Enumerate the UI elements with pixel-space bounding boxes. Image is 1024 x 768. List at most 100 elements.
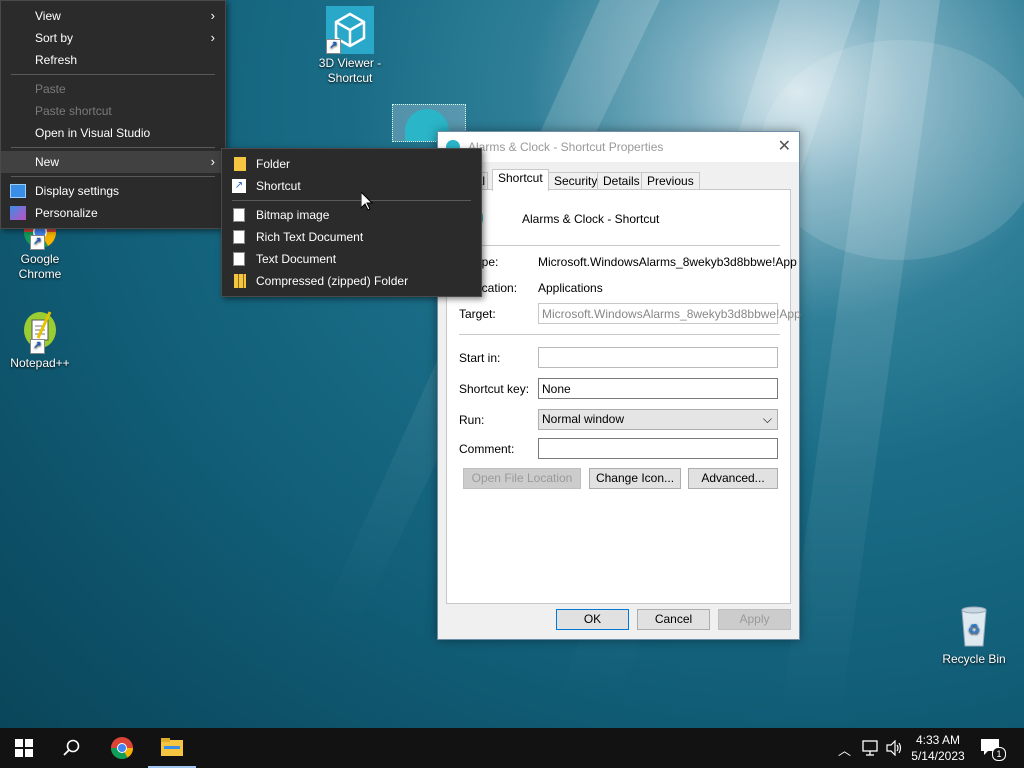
zip-folder-icon bbox=[234, 274, 246, 288]
notepad-plus-plus-icon: ↗ bbox=[16, 306, 64, 354]
desktop-icon-label: 3D Viewer - Shortcut bbox=[318, 56, 382, 85]
folder-icon bbox=[234, 157, 246, 171]
advanced-button[interactable]: Advanced... bbox=[688, 468, 778, 489]
windows-logo-icon bbox=[15, 739, 33, 757]
chevron-right-icon: › bbox=[210, 154, 215, 169]
menu-separator bbox=[232, 200, 471, 201]
cancel-button[interactable]: Cancel bbox=[637, 609, 710, 630]
desktop-icon-label: Google Chrome bbox=[18, 252, 62, 281]
chevron-up-icon[interactable]: ︿ bbox=[838, 740, 851, 759]
change-icon-button[interactable]: Change Icon... bbox=[589, 468, 681, 489]
rich-text-document-icon bbox=[233, 230, 245, 244]
menu-item-refresh[interactable]: Refresh bbox=[1, 49, 225, 71]
notification-center-button[interactable]: 1 bbox=[980, 738, 1006, 761]
desktop-icon-label: Notepad++ bbox=[10, 356, 70, 370]
divider bbox=[459, 334, 780, 335]
tab-previous-versions[interactable]: Previous Versions bbox=[641, 172, 700, 205]
menu-item-label: New bbox=[35, 155, 60, 169]
search-icon bbox=[63, 739, 80, 756]
menu-item-view[interactable]: View › bbox=[1, 5, 225, 27]
submenu-item-rich-text-document[interactable]: Rich Text Document bbox=[222, 226, 481, 248]
submenu-item-folder[interactable]: Folder bbox=[222, 153, 481, 175]
desktop-icon-recycle-bin[interactable]: ♻ Recycle Bin bbox=[934, 602, 1014, 667]
search-button[interactable] bbox=[48, 728, 96, 768]
shortcut-name: Alarms & Clock - Shortcut bbox=[522, 212, 660, 226]
menu-item-sort-by[interactable]: Sort by › bbox=[1, 27, 225, 49]
desktop-icon-3d-viewer[interactable]: ↗ 3D Viewer - Shortcut bbox=[310, 6, 390, 86]
chevron-right-icon: › bbox=[210, 30, 215, 45]
recycle-bin-icon: ♻ bbox=[950, 602, 998, 650]
menu-item-label: Text Document bbox=[256, 252, 337, 266]
menu-item-new[interactable]: New › bbox=[1, 151, 225, 173]
cube-icon: ↗ bbox=[326, 6, 374, 54]
menu-item-label: Paste shortcut bbox=[35, 104, 112, 118]
menu-item-label: Refresh bbox=[35, 53, 78, 67]
run-select-value: Normal window bbox=[542, 412, 625, 426]
submenu-item-shortcut[interactable]: ↗ Shortcut bbox=[222, 175, 481, 197]
comment-field[interactable] bbox=[538, 438, 778, 459]
menu-item-label: Paste bbox=[35, 82, 66, 96]
open-file-location-button[interactable]: Open File Location bbox=[463, 468, 581, 489]
mouse-cursor-icon bbox=[361, 192, 373, 211]
start-in-field[interactable] bbox=[538, 347, 778, 368]
menu-item-label: Personalize bbox=[35, 206, 98, 220]
menu-item-label: View bbox=[35, 9, 61, 23]
dialog-title: Alarms & Clock - Shortcut Properties bbox=[468, 140, 664, 154]
submenu-item-text-document[interactable]: Text Document bbox=[222, 248, 481, 270]
menu-separator bbox=[11, 176, 215, 177]
taskbar-chrome[interactable] bbox=[98, 728, 146, 768]
folder-icon bbox=[161, 738, 183, 756]
bitmap-image-icon bbox=[233, 208, 245, 222]
display-settings-icon bbox=[10, 184, 26, 198]
menu-item-personalize[interactable]: Personalize bbox=[1, 202, 225, 224]
menu-item-label: Rich Text Document bbox=[256, 230, 364, 244]
start-in-label: Start in: bbox=[459, 351, 501, 365]
menu-item-paste-shortcut[interactable]: Paste shortcut bbox=[1, 100, 225, 122]
dialog-titlebar[interactable]: Alarms & Clock - Shortcut Properties ✕ bbox=[438, 132, 799, 162]
menu-item-label: Open in Visual Studio bbox=[35, 126, 151, 140]
shortcut-arrow-icon: ↗ bbox=[30, 235, 45, 250]
run-label: Run: bbox=[459, 413, 485, 427]
apply-button[interactable]: Apply bbox=[718, 609, 791, 630]
taskbar: ︿ 4:33 AM 5/14/2023 1 bbox=[0, 728, 1024, 768]
network-icon[interactable] bbox=[862, 740, 880, 756]
target-location-value: Applications bbox=[538, 281, 603, 295]
ok-button[interactable]: OK bbox=[556, 609, 629, 630]
clock-date: 5/14/2023 bbox=[911, 749, 965, 763]
notification-badge: 1 bbox=[992, 747, 1006, 761]
properties-dialog: Alarms & Clock - Shortcut Properties ✕ a… bbox=[437, 131, 801, 640]
target-type-value: Microsoft.WindowsAlarms_8wekyb3d8bbwe!Ap… bbox=[538, 255, 797, 269]
close-icon[interactable]: ✕ bbox=[778, 132, 791, 162]
tab-security[interactable]: Security bbox=[548, 172, 604, 190]
menu-item-label: Compressed (zipped) Folder bbox=[256, 274, 409, 288]
menu-item-display-settings[interactable]: Display settings bbox=[1, 180, 225, 202]
submenu-item-compressed-folder[interactable]: Compressed (zipped) Folder bbox=[222, 270, 481, 292]
shortcut-arrow-icon: ↗ bbox=[30, 339, 45, 354]
submenu-item-bitmap-image[interactable]: Bitmap image bbox=[222, 204, 481, 226]
text-document-icon bbox=[233, 252, 245, 266]
shortcut-key-field[interactable]: None bbox=[538, 378, 778, 399]
shortcut-key-label: Shortcut key: bbox=[459, 382, 530, 396]
menu-separator bbox=[11, 74, 215, 75]
desktop-context-menu: View › Sort by › Refresh Paste Paste short… bbox=[0, 0, 226, 229]
menu-item-label: Folder bbox=[256, 157, 291, 171]
run-select[interactable]: Normal window ⌵ bbox=[538, 409, 778, 430]
target-label: Target: bbox=[459, 307, 496, 321]
desktop-icon-notepad-plus-plus[interactable]: ↗ Notepad++ bbox=[0, 306, 80, 371]
comment-label: Comment: bbox=[459, 442, 515, 456]
chevron-right-icon: › bbox=[210, 8, 215, 23]
clock[interactable]: 4:33 AM 5/14/2023 bbox=[910, 732, 966, 764]
start-button[interactable] bbox=[0, 728, 48, 768]
shortcut-arrow-icon: ↗ bbox=[326, 39, 341, 54]
menu-item-paste[interactable]: Paste bbox=[1, 78, 225, 100]
menu-item-label: Sort by bbox=[35, 31, 74, 45]
shortcut-tab-panel: Alarms & Clock - Shortcut et type: Micro… bbox=[446, 189, 801, 604]
target-field[interactable]: Microsoft.WindowsAlarms_8wekyb3d8bbwe!Ap… bbox=[538, 303, 801, 324]
shortcut-icon: ↗ bbox=[232, 179, 246, 193]
taskbar-file-explorer[interactable] bbox=[148, 728, 196, 768]
volume-icon[interactable] bbox=[886, 740, 902, 756]
menu-item-open-in-visual-studio[interactable]: Open in Visual Studio bbox=[1, 122, 225, 144]
menu-item-label: Bitmap image bbox=[256, 208, 330, 222]
tab-details[interactable]: Details bbox=[597, 172, 646, 190]
tab-shortcut[interactable]: Shortcut bbox=[492, 169, 549, 191]
